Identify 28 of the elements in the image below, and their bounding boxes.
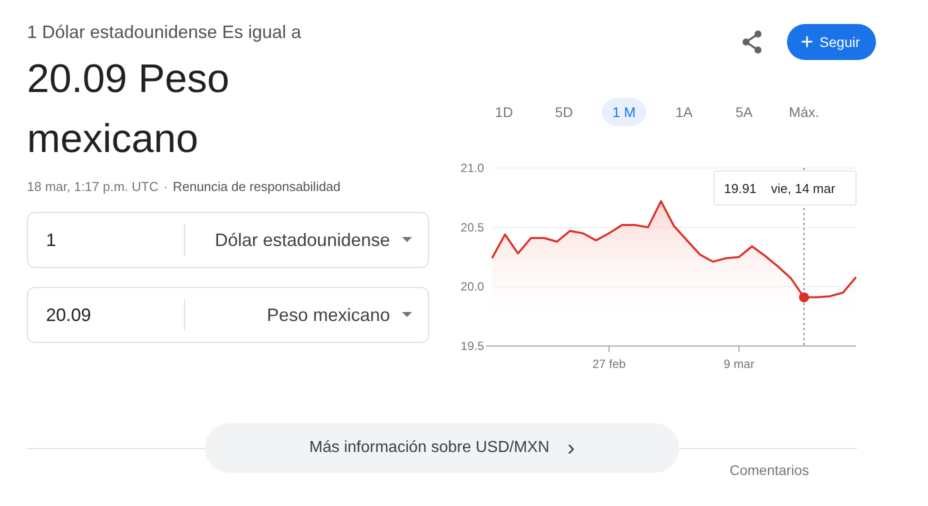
y-axis-label: 20.5 xyxy=(460,220,484,234)
range-tab[interactable]: 1D xyxy=(482,98,526,126)
y-axis-label: 21.0 xyxy=(460,161,484,175)
currency-dropdown[interactable]: Dólar estadounidense xyxy=(185,230,428,250)
separator-dot: · xyxy=(164,179,168,194)
more-info-button[interactable]: Más información sobre USD/MXN › xyxy=(205,423,679,473)
dropdown-arrow-icon xyxy=(402,312,412,318)
dropdown-arrow-icon xyxy=(402,237,412,243)
disclaimer-link[interactable]: Renuncia de responsabilidad xyxy=(172,179,341,194)
hover-point xyxy=(799,292,809,302)
timestamp: 18 mar, 1:17 p.m. UTC xyxy=(27,179,158,194)
y-axis-label: 20.0 xyxy=(460,280,484,294)
conversion-result: 20.09 Peso mexicano xyxy=(27,56,230,163)
share-icon[interactable] xyxy=(740,30,763,54)
tooltip-date: vie, 14 mar xyxy=(771,181,836,196)
range-tab[interactable]: 5A xyxy=(722,98,766,126)
range-tab[interactable]: 1A xyxy=(662,98,706,126)
x-axis-label: 9 mar xyxy=(724,357,754,371)
feedback-link[interactable]: Comentarios xyxy=(730,462,809,478)
range-tab[interactable]: 1 M xyxy=(602,98,646,126)
conversion-subtitle: 1 Dólar estadounidense Es igual a xyxy=(27,22,302,43)
follow-button[interactable]: + Seguir xyxy=(786,24,876,60)
currency-dropdown[interactable]: Peso mexicano xyxy=(185,304,428,326)
tooltip-value: 19.91 xyxy=(724,181,757,196)
range-tab[interactable]: 5D xyxy=(542,98,586,126)
range-tab[interactable]: Máx. xyxy=(782,98,826,126)
x-axis-label: 27 feb xyxy=(592,357,626,371)
y-axis-label: 19.5 xyxy=(460,339,484,353)
